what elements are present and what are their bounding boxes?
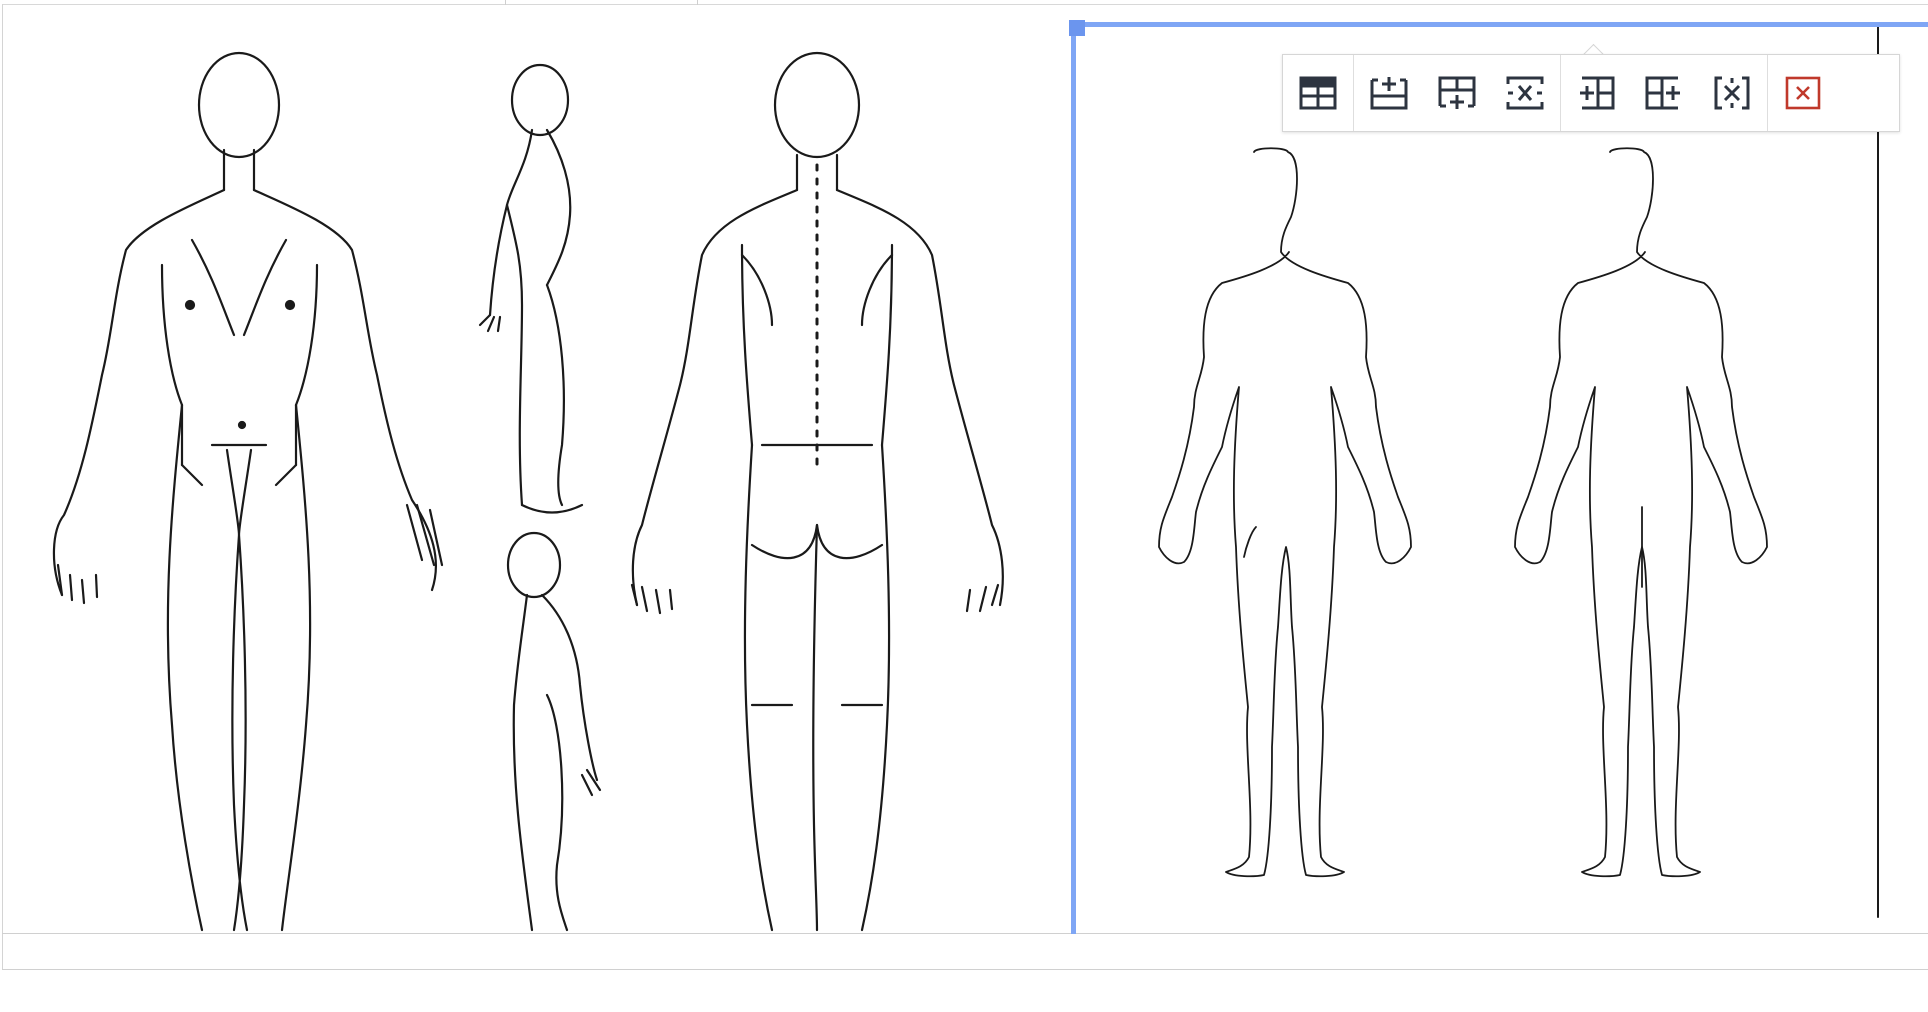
delete-column-icon	[1714, 76, 1750, 110]
insert-row-above-icon	[1370, 77, 1408, 110]
table-properties-icon	[1299, 76, 1337, 110]
body-outline-image	[1158, 27, 1879, 918]
toolbar-group-delete	[1768, 55, 1838, 131]
delete-row-button[interactable]	[1502, 70, 1548, 116]
toolbar-group-table	[1283, 55, 1354, 131]
table-bottom-border	[2, 969, 1928, 970]
delete-table-button[interactable]	[1780, 70, 1826, 116]
outline-figure-back	[1514, 147, 1768, 878]
delete-table-icon	[1785, 76, 1821, 110]
insert-column-left-button[interactable]	[1573, 70, 1619, 116]
front-view-figure	[52, 51, 444, 932]
editor-area[interactable]	[0, 0, 1928, 1012]
outline-figure-front	[1158, 147, 1412, 878]
delete-column-button[interactable]	[1709, 70, 1755, 116]
table-cell-body-outline[interactable]	[1076, 27, 1928, 933]
back-view-figure	[630, 51, 1004, 932]
table-toolbar	[1282, 54, 1900, 132]
insert-row-below-button[interactable]	[1434, 70, 1480, 116]
table-properties-button[interactable]	[1295, 70, 1341, 116]
insert-column-right-icon	[1645, 76, 1680, 110]
body-diagram-image	[52, 51, 1004, 932]
insert-row-above-button[interactable]	[1366, 70, 1412, 116]
insert-row-below-icon	[1438, 76, 1476, 109]
row-divider	[2, 933, 1928, 934]
side-view-upper-figure	[478, 63, 584, 514]
toolbar-group-rows	[1354, 55, 1561, 131]
table	[2, 0, 1928, 970]
toolbar-pointer	[1582, 39, 1606, 55]
insert-column-right-button[interactable]	[1641, 70, 1687, 116]
table-row-empty[interactable]	[4, 935, 1928, 969]
insert-column-left-icon	[1580, 76, 1615, 110]
toolbar-group-columns	[1561, 55, 1768, 131]
table-cell-body-diagram[interactable]	[2, 5, 1066, 933]
delete-row-icon	[1506, 76, 1544, 110]
side-view-lower-figure	[506, 531, 602, 932]
